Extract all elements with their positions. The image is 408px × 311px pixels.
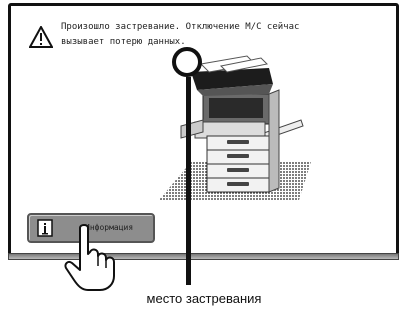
jam-location-ring	[172, 47, 202, 77]
info-icon	[37, 219, 53, 237]
jam-location-line	[186, 77, 191, 285]
jam-location-caption: место застревания	[146, 291, 262, 306]
touch-panel: Произошло застревание. Отключение М/С се…	[8, 3, 399, 257]
message-line-1: Произошло застревание. Отключение М/С се…	[61, 22, 300, 32]
hand-pointer-icon	[64, 224, 115, 291]
warning-icon	[29, 26, 53, 48]
